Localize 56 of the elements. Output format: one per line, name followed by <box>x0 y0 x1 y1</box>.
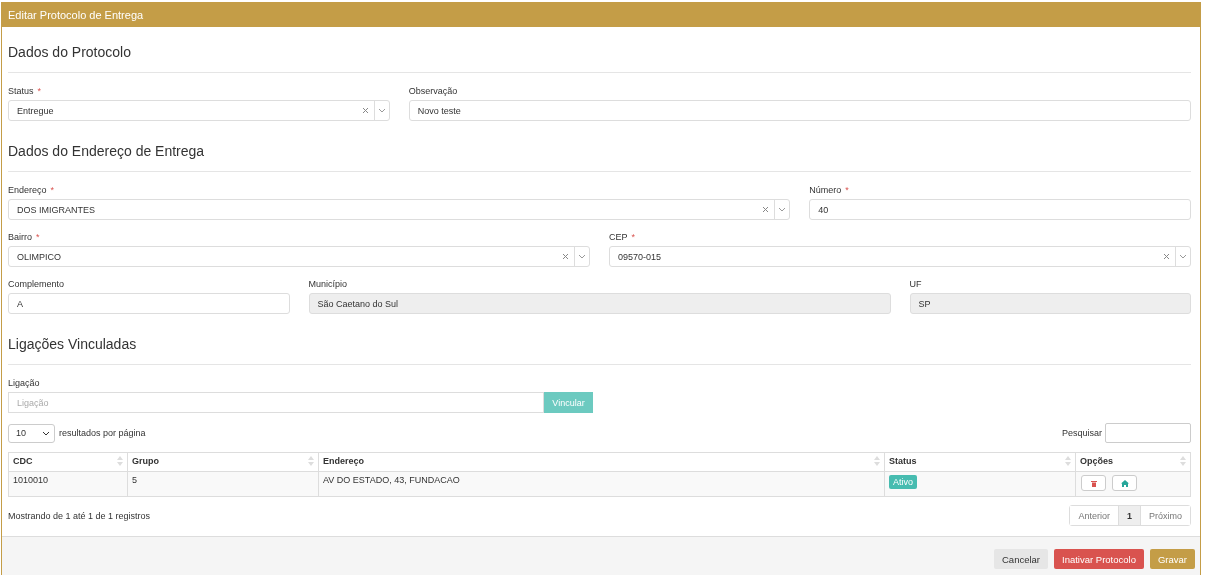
table-cell: 1010010 <box>8 471 128 497</box>
required-mark: * <box>36 232 40 242</box>
select-field[interactable]: 09570-015 <box>609 246 1191 267</box>
section-title: Dados do Protocolo <box>8 43 132 62</box>
required-mark: * <box>37 86 42 96</box>
link-input[interactable]: Ligação <box>8 392 544 413</box>
readonly-field: SP <box>909 293 1191 314</box>
page-length-label: resultados por página <box>59 428 146 438</box>
action-button[interactable]: Inativar Protocolo <box>1054 549 1144 569</box>
clear-icon[interactable] <box>1163 253 1170 260</box>
field-label: Complemento <box>8 279 65 289</box>
status-badge: Ativo <box>889 475 917 489</box>
page-length-select[interactable]: 10 <box>8 423 55 443</box>
select-field[interactable]: Entregue <box>8 100 390 121</box>
input-field[interactable]: 40 <box>809 199 1191 220</box>
search-label: Pesquisar <box>1061 428 1102 438</box>
input-field[interactable]: Novo teste <box>408 100 1191 121</box>
field-label: Observação <box>408 86 458 96</box>
table-cell: AV DO ESTADO, 43, FUNDACAO <box>318 471 885 497</box>
clear-icon[interactable] <box>562 253 569 260</box>
required-mark: * <box>845 185 849 195</box>
column-header[interactable]: CDC <box>8 452 128 472</box>
delete-button[interactable] <box>1081 475 1106 491</box>
field-label: Status <box>8 86 34 96</box>
caret-icon[interactable] <box>42 430 50 436</box>
field-label: Município <box>308 279 348 289</box>
home-icon <box>1120 479 1129 487</box>
clear-icon[interactable] <box>361 107 369 114</box>
field-label: UF <box>909 279 922 289</box>
search-field[interactable] <box>1105 423 1191 443</box>
required-mark: * <box>50 185 55 195</box>
home-button[interactable] <box>1112 475 1137 491</box>
window-title: Editar Protocolo de Entrega <box>2 3 1200 27</box>
table-info: Mostrando de 1 até 1 de 1 registros <box>8 510 151 521</box>
column-header[interactable]: Opções <box>1075 452 1191 472</box>
section-title: Ligações Vinculadas <box>8 335 138 354</box>
pagination-button[interactable]: Próximo <box>1140 506 1190 525</box>
column-header[interactable]: Endereço <box>318 452 885 472</box>
input-field[interactable]: A <box>8 293 290 314</box>
required-mark: * <box>631 232 636 242</box>
field-label: Número <box>809 185 842 195</box>
select-field[interactable]: OLIMPICO <box>8 246 590 267</box>
field-label: Endereço <box>8 185 47 195</box>
table-cell: 5 <box>127 471 319 497</box>
section-title: Dados do Endereço de Entrega <box>8 142 206 161</box>
pagination-button[interactable]: 1 <box>1117 506 1140 525</box>
column-header[interactable]: Grupo <box>127 452 319 472</box>
field-label: Ligação <box>8 378 40 388</box>
action-button[interactable]: Cancelar <box>994 549 1048 569</box>
select-field[interactable]: DOS IMIGRANTES <box>8 199 791 220</box>
trash-icon <box>1090 479 1097 487</box>
field-label: Bairro <box>8 232 32 242</box>
field-label: CEP <box>609 232 628 242</box>
readonly-field: São Caetano do Sul <box>308 293 891 314</box>
clear-icon[interactable] <box>762 206 770 213</box>
column-header[interactable]: Status <box>884 452 1076 472</box>
